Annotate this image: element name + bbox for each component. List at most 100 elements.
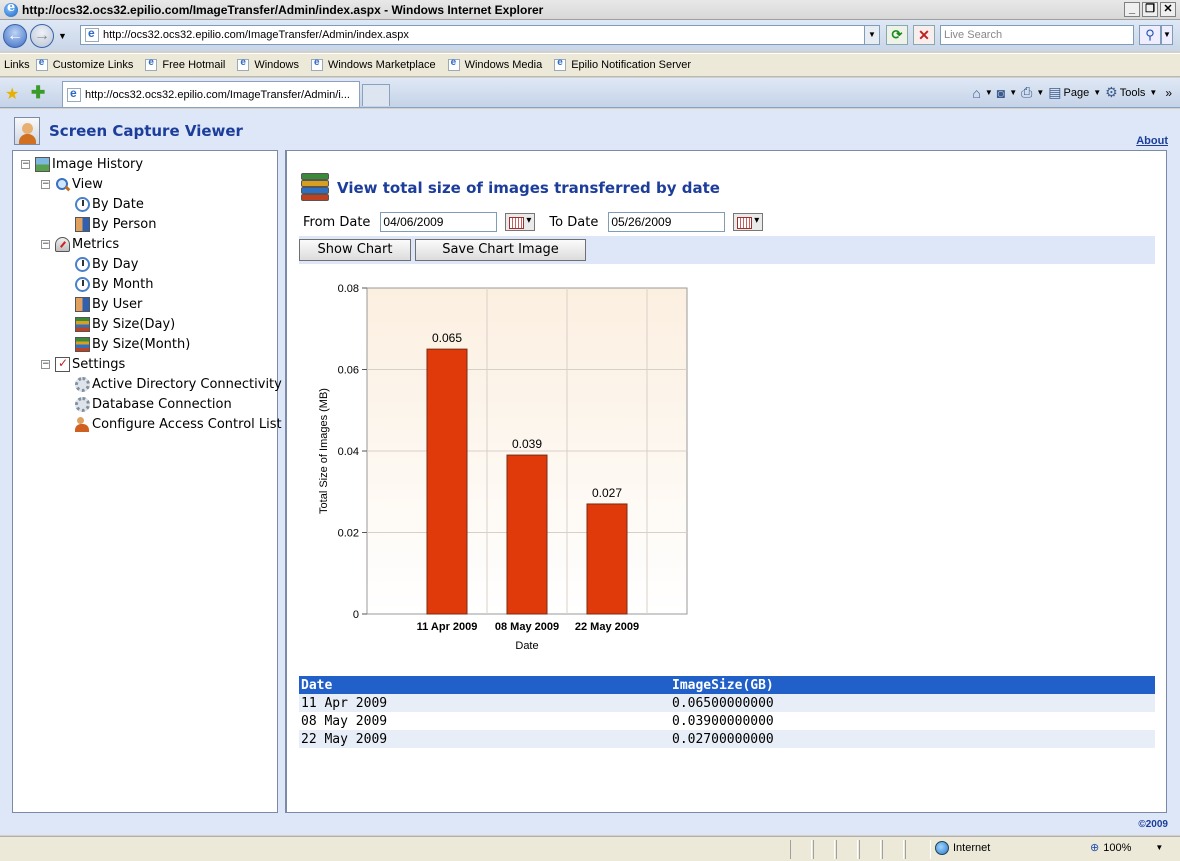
tree-label: By User <box>92 296 143 312</box>
protected-mode-icon[interactable] <box>905 840 931 859</box>
page-menu-label: Page <box>1063 86 1090 99</box>
stop-button[interactable]: ✕ <box>913 25 935 45</box>
status-bar: Internet ⊕ 100% ▼ <box>0 836 1180 861</box>
link-hotmail[interactable]: Free Hotmail <box>145 57 225 71</box>
books-stack-icon <box>301 173 329 203</box>
app-title: Screen Capture Viewer <box>49 122 243 140</box>
tree-item-by-month[interactable]: By Month <box>75 274 154 294</box>
tree-item-by-date[interactable]: By Date <box>75 194 144 214</box>
tree-label: View <box>72 176 103 192</box>
link-label: Windows Media <box>464 59 543 71</box>
status-cell <box>790 840 812 859</box>
x-tick-label: 22 May 2009 <box>575 621 639 633</box>
tree-item-by-day[interactable]: By Day <box>75 254 138 274</box>
collapse-icon[interactable]: − <box>21 159 30 169</box>
collapse-icon[interactable]: − <box>41 179 50 189</box>
recent-pages-dropdown[interactable]: ▼ <box>58 31 67 41</box>
tree-label: By Size(Day) <box>92 316 176 332</box>
tree-label: By Size(Month) <box>92 336 191 352</box>
tree-item-database-connection[interactable]: Database Connection <box>75 394 232 414</box>
tree-label: Active Directory Connectivity <box>92 376 282 392</box>
tree-item-settings[interactable]: − Settings <box>41 354 125 374</box>
minimize-button[interactable]: _ <box>1124 2 1140 17</box>
tree-item-access-control[interactable]: Configure Access Control List <box>75 414 282 434</box>
search-icon[interactable]: ⚲ <box>1139 25 1161 45</box>
link-marketplace[interactable]: Windows Marketplace <box>310 57 436 71</box>
link-notification-server[interactable]: Epilio Notification Server <box>554 57 691 71</box>
security-zone[interactable]: Internet <box>935 841 990 855</box>
close-button[interactable]: ✕ <box>1160 2 1176 17</box>
x-axis-label: Date <box>515 640 538 652</box>
print-button[interactable]: ⎙ ▼ <box>1021 84 1044 101</box>
navigation-tree: − Image History − View By Date By Person −… <box>12 150 282 813</box>
gear-icon <box>75 376 90 392</box>
cell-size: 0.02700000000 <box>670 730 1155 748</box>
home-button[interactable]: ⌂ ▼ <box>972 85 992 101</box>
back-button[interactable]: ← <box>3 23 27 48</box>
forward-button[interactable]: → <box>30 23 54 48</box>
tree-item-view[interactable]: − View <box>41 174 103 194</box>
status-cell <box>836 840 858 859</box>
chevron-more-icon[interactable]: » <box>1165 86 1172 100</box>
tree-item-by-size-month[interactable]: By Size(Month) <box>75 334 190 354</box>
link-page-icon <box>237 57 250 71</box>
tree-label: Image History <box>52 156 144 172</box>
tools-menu[interactable]: ⚙ Tools ▼ <box>1105 84 1157 101</box>
page-menu[interactable]: ▤ Page ▼ <box>1048 84 1101 101</box>
address-dropdown[interactable]: ▼ <box>864 26 879 44</box>
zoom-control[interactable]: ⊕ 100% ▼ <box>1090 841 1163 855</box>
table-row: 11 Apr 2009 0.06500000000 <box>299 694 1155 712</box>
page-icon <box>85 26 99 42</box>
zoom-dropdown-icon[interactable]: ▼ <box>1155 843 1163 852</box>
tree-item-metrics[interactable]: − Metrics <box>41 234 119 254</box>
show-chart-button[interactable]: Show Chart <box>299 239 411 261</box>
tree-item-by-size-day[interactable]: By Size(Day) <box>75 314 175 334</box>
main-panel: View total size of images transferred by… <box>285 150 1167 813</box>
tree-item-image-history[interactable]: − Image History <box>21 154 143 174</box>
window-controls: _ ❐ ✕ <box>1124 2 1176 17</box>
refresh-button[interactable]: ⟳ <box>886 25 908 45</box>
link-page-icon <box>310 57 323 71</box>
collapse-icon[interactable]: − <box>41 359 50 369</box>
tree-label: By Date <box>92 196 144 212</box>
feeds-button[interactable]: ◙ ▼ <box>997 85 1017 101</box>
search-input[interactable]: Live Search <box>940 25 1134 45</box>
link-customize[interactable]: Customize Links <box>35 57 134 71</box>
ie-icon <box>4 0 18 17</box>
link-media[interactable]: Windows Media <box>447 57 543 71</box>
tree-label: Database Connection <box>92 396 232 412</box>
to-calendar-icon[interactable] <box>733 213 764 231</box>
tree-label: By Day <box>92 256 139 272</box>
save-chart-image-button[interactable]: Save Chart Image <box>415 239 586 261</box>
magnifier-icon <box>55 177 70 192</box>
link-page-icon <box>35 57 48 71</box>
users-icon <box>75 416 90 432</box>
link-page-icon <box>145 57 158 71</box>
tab-active[interactable]: http://ocs32.ocs32.epilio.com/ImageTrans… <box>62 81 360 107</box>
address-field[interactable]: http://ocs32.ocs32.epilio.com/ImageTrans… <box>80 25 880 45</box>
address-url[interactable]: http://ocs32.ocs32.epilio.com/ImageTrans… <box>103 29 864 41</box>
bar-chart: 0 0.02 0.04 0.06 0.08 0.065 11 Apr 2009 0.039 08… <box>318 283 688 652</box>
from-calendar-icon[interactable] <box>505 213 536 231</box>
to-date-input[interactable] <box>608 212 726 232</box>
data-label: 0.039 <box>512 437 542 451</box>
favorites-star-icon[interactable]: ★ <box>5 84 19 104</box>
link-label: Customize Links <box>52 59 134 71</box>
tree-item-by-user[interactable]: By User <box>75 294 142 314</box>
clock-icon <box>75 256 90 272</box>
window-title: http://ocs32.ocs32.epilio.com/ImageTrans… <box>22 2 544 17</box>
add-favorites-icon[interactable]: ✚ <box>31 83 45 103</box>
link-windows[interactable]: Windows <box>237 57 299 71</box>
gear-icon <box>75 396 90 412</box>
search-options-dropdown[interactable]: ▼ <box>1161 25 1173 45</box>
tree-item-by-person[interactable]: By Person <box>75 214 156 234</box>
restore-button[interactable]: ❐ <box>1142 2 1158 17</box>
collapse-icon[interactable]: − <box>41 239 50 249</box>
link-label: Windows Marketplace <box>327 59 436 71</box>
y-tick-label: 0.04 <box>338 446 359 458</box>
from-date-input[interactable] <box>380 212 498 232</box>
tree-item-active-directory[interactable]: Active Directory Connectivity <box>75 374 282 394</box>
new-tab-button[interactable] <box>362 84 390 106</box>
image-history-icon <box>35 156 50 172</box>
about-link[interactable]: About <box>1136 135 1168 147</box>
